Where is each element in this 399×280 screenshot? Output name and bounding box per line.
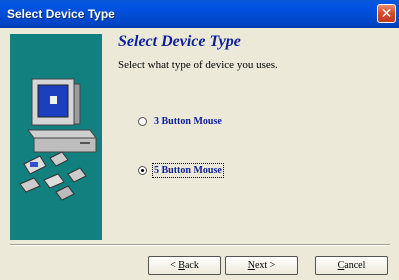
title-bar: Select Device Type ✕ (0, 0, 399, 28)
dialog-body: Select Device Type Select what type of d… (4, 28, 395, 276)
radio-label[interactable]: 5 Button Mouse (152, 163, 224, 178)
radio-3-button-mouse[interactable]: 3 Button Mouse (138, 116, 222, 127)
computer-illustration (19, 78, 97, 201)
radio-circle-icon[interactable] (138, 117, 147, 126)
radio-circle-checked-icon[interactable] (138, 166, 147, 175)
radio-label[interactable]: 3 Button Mouse (154, 116, 222, 127)
radio-5-button-mouse[interactable]: 5 Button Mouse (138, 163, 224, 178)
window-title: Select Device Type (7, 7, 115, 21)
button-separator (10, 244, 390, 246)
back-button[interactable]: < Back (148, 256, 221, 275)
cpu-icon (27, 129, 97, 153)
wizard-content: Select Device Type Select what type of d… (110, 28, 390, 238)
cancel-button[interactable]: Cancel (315, 256, 388, 275)
mouse-devices-icon (19, 151, 87, 201)
wizard-side-panel (10, 34, 102, 240)
page-title: Select Device Type (118, 33, 241, 50)
next-button[interactable]: Next > (225, 256, 298, 275)
monitor-icon (31, 78, 81, 126)
page-subtitle: Select what type of device you uses. (118, 59, 278, 71)
close-button[interactable]: ✕ (377, 4, 396, 23)
